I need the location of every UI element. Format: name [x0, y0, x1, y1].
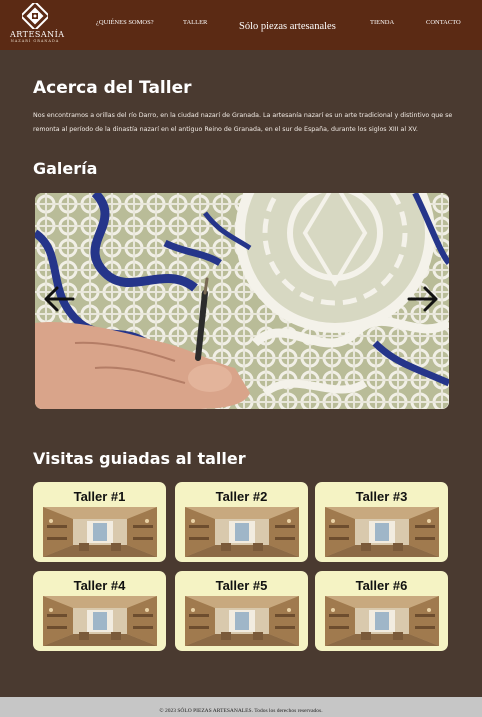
visit-card[interactable]: Taller #6 [315, 571, 448, 651]
visit-card-title: Taller #1 [73, 489, 126, 504]
visit-card-image [185, 507, 299, 557]
visits-title: Visitas guiadas al taller [33, 449, 246, 468]
visit-card-image [43, 596, 157, 646]
arrow-right-icon[interactable] [405, 281, 441, 317]
arrow-left-icon[interactable] [41, 281, 77, 317]
gallery-title: Galería [33, 159, 98, 178]
logo-name: ARTESANÍA [10, 30, 65, 39]
gallery-carousel[interactable] [35, 193, 449, 409]
about-title: Acerca del Taller [33, 78, 192, 98]
visit-card-title: Taller #5 [215, 578, 268, 593]
about-text: Nos encontramos a orillas del río Darro,… [33, 112, 453, 133]
nav-contacto[interactable]: CONTACTO [426, 19, 461, 26]
nav-tienda[interactable]: TIENDA [370, 19, 394, 26]
visit-card-image [185, 596, 299, 646]
site-logo[interactable]: ARTESANÍA NAZARÍ GRANADA [10, 3, 65, 47]
site-header: ARTESANÍA NAZARÍ GRANADA ¿QUIÉNES SOMOS?… [0, 0, 482, 50]
visit-card[interactable]: Taller #1 [33, 482, 166, 562]
visit-card-image [43, 507, 157, 557]
visit-card-image [325, 507, 439, 557]
visit-card-title: Taller #6 [355, 578, 408, 593]
visit-card[interactable]: Taller #5 [175, 571, 308, 651]
visit-card[interactable]: Taller #2 [175, 482, 308, 562]
visit-card[interactable]: Taller #4 [33, 571, 166, 651]
visit-card[interactable]: Taller #3 [315, 482, 448, 562]
logo-subtitle: NAZARÍ GRANADA [10, 39, 60, 43]
footer-copyright: © 2023 SÓLO PIEZAS ARTESANALES. Todos lo… [159, 708, 323, 714]
nav-taller[interactable]: TALLER [183, 19, 207, 26]
nav-brand-tagline: Sólo piezas artesanales [239, 21, 336, 32]
logo-icon [22, 3, 48, 29]
visit-card-title: Taller #4 [73, 578, 126, 593]
nav-quienes-somos[interactable]: ¿QUIÉNES SOMOS? [96, 19, 154, 26]
site-footer: © 2023 SÓLO PIEZAS ARTESANALES. Todos lo… [0, 697, 482, 717]
visit-card-title: Taller #3 [355, 489, 408, 504]
gallery-image [35, 193, 449, 409]
visit-card-image [325, 596, 439, 646]
visit-card-title: Taller #2 [215, 489, 268, 504]
